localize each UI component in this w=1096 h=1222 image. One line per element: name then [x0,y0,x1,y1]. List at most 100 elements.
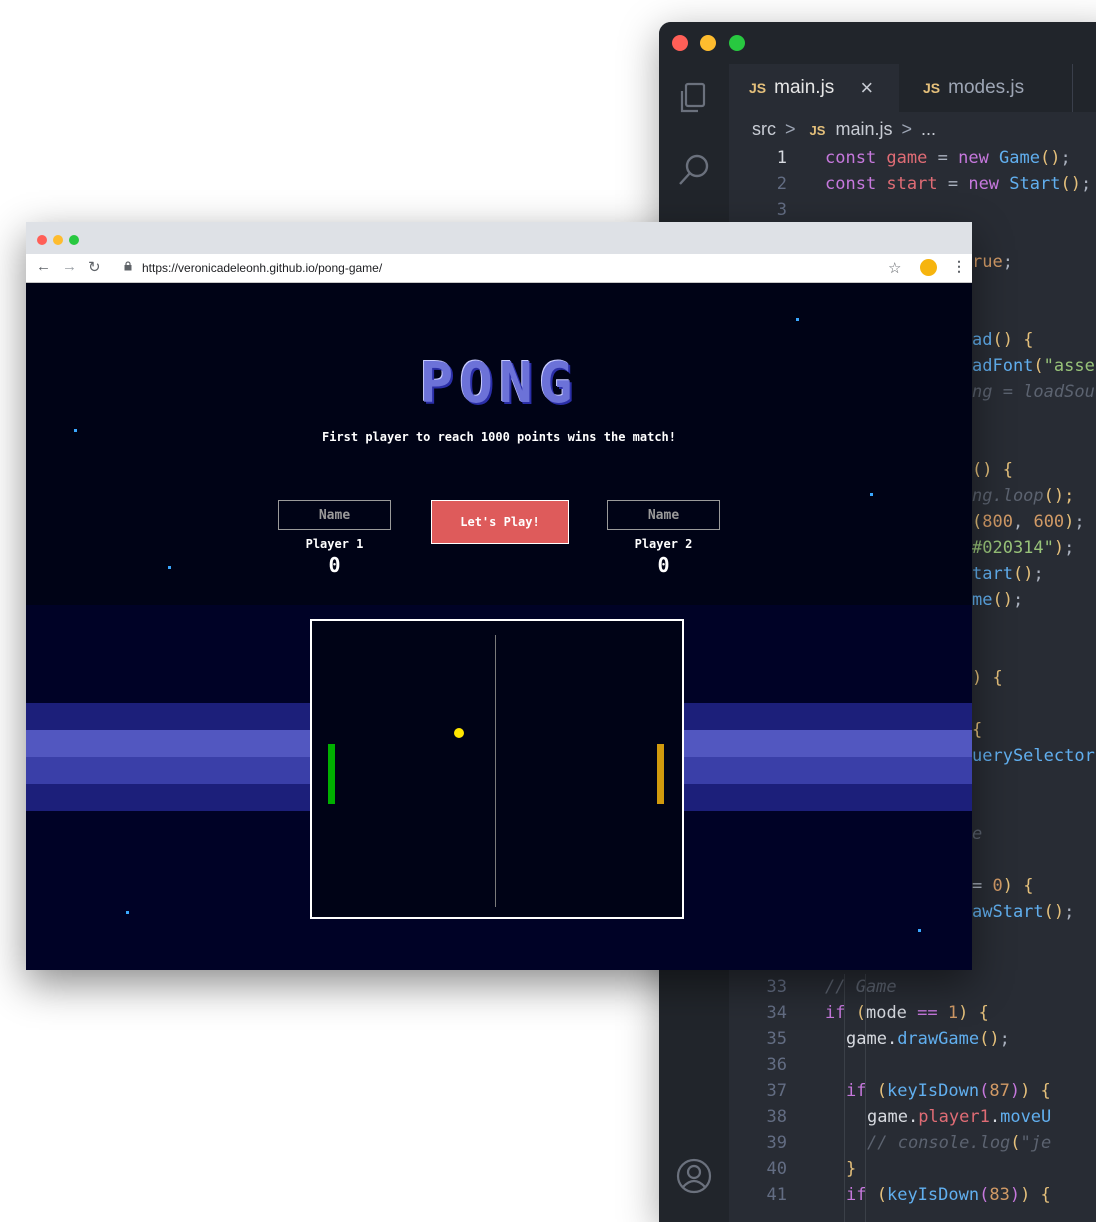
tab-modes-js[interactable]: JS modes.js [899,64,1073,112]
star [126,911,129,914]
code-line[interactable]: 1 const game = new Game(); [729,145,1071,171]
code-token: ) [1009,1185,1021,1205]
tab-main-js[interactable]: JS main.js × [729,64,899,112]
code-fragment: ng.loop(); [972,483,1074,509]
code-fragment: ng = loadSou [972,379,1095,405]
forward-arrow-icon[interactable]: → [62,258,77,275]
browser-titlebar [26,222,972,254]
code-token: ) { [1002,876,1034,896]
code-token: ( [876,1081,887,1101]
code-token: me [972,590,993,610]
breadcrumb-separator: > [785,119,796,139]
code-line[interactable]: 2 const start = new Start(); [729,171,1091,197]
minimize-window-button[interactable] [53,235,63,245]
address-bar[interactable]: https://veronicadeleonh.github.io/pong-g… [142,261,382,275]
code-token: ) [1053,538,1065,558]
back-arrow-icon[interactable]: ← [36,258,51,275]
code-token: e [972,824,983,844]
code-fragment: tart(); [972,561,1044,587]
code-line[interactable]: 38 game.player1.moveU [729,1104,1052,1130]
player2-name-input[interactable] [607,500,720,530]
code-line[interactable]: 39 // console.log("je [729,1130,1052,1156]
code-token: ; [1060,148,1071,168]
breadcrumb-folder[interactable]: src [752,119,776,139]
reload-icon[interactable]: ↻ [88,258,101,276]
code-token: game. [867,1107,919,1127]
code-token: ; [1080,174,1092,194]
code-line[interactable]: 36 [729,1052,787,1078]
code-token: ; [1012,590,1024,610]
code-token: const [825,148,887,168]
page-subtitle: First player to reach 1000 points wins t… [321,430,676,444]
code-fragment: (800, 600); [972,509,1085,535]
code-fragment: rue; [972,249,1013,275]
bookmark-star-icon[interactable]: ☆ [888,259,901,277]
zoom-window-button[interactable] [729,35,745,51]
code-fragment: = 0) { [972,873,1033,899]
lets-play-button[interactable]: Let's Play! [431,500,569,544]
code-token: tart [972,564,1013,584]
browser-toolbar: ← → ↻ https://veronicadeleonh.github.io/… [26,254,972,283]
code-text: const start = new Start(); [825,171,1091,197]
code-token: keyIsDown [886,1081,980,1101]
code-line[interactable]: 37 if (keyIsDown(87)) { [729,1078,1051,1104]
left-paddle [328,744,335,804]
ball [454,728,464,738]
code-token: ( [979,1185,990,1205]
code-line[interactable]: 40} [729,1156,857,1182]
code-line[interactable]: 35 game.drawGame(); [729,1026,1010,1052]
line-number: 39 [766,1133,787,1153]
line-number: 33 [766,977,787,997]
code-token: 600 [1033,512,1065,532]
code-line[interactable]: 33 // Game [729,974,897,1000]
code-text: } [846,1156,856,1182]
code-token: () [1043,902,1065,922]
close-window-button[interactable] [37,235,47,245]
code-text: game.player1.moveU [867,1104,1051,1130]
code-token: ( [1010,1133,1021,1153]
code-token: #020314" [972,538,1054,558]
search-icon[interactable] [676,152,712,188]
code-token: ; [1033,564,1044,584]
player1-name-input[interactable] [278,500,391,530]
breadcrumb-file[interactable]: main.js [835,119,892,139]
code-line[interactable]: 41 if (keyIsDown(83)) { [729,1182,1051,1208]
code-token: new [968,174,1010,194]
profile-avatar[interactable] [920,259,937,276]
close-tab-icon[interactable]: × [860,75,873,101]
explorer-icon[interactable] [676,80,712,116]
account-icon[interactable] [676,1158,712,1194]
close-window-button[interactable] [672,35,688,51]
code-fragment: e [972,821,982,847]
code-token: // Game [825,977,897,997]
minimize-window-button[interactable] [700,35,716,51]
code-fragment: ad() { [972,327,1033,353]
star [168,566,171,569]
center-net [495,635,496,907]
code-token: ) [1009,1081,1021,1101]
editor-tabs: JS main.js × JS modes.js [729,64,1096,112]
code-token: uerySelector [972,746,1095,766]
zoom-window-button[interactable] [69,235,79,245]
code-text: const game = new Game(); [825,145,1071,171]
code-token: () [979,1029,1000,1049]
code-token: () [1040,148,1061,168]
breadcrumb-symbols[interactable]: ... [921,119,936,139]
code-token: = [937,174,969,194]
more-menu-icon[interactable]: ⋮ [952,258,966,275]
code-token: ng = loadSou [972,382,1095,402]
browser-window: ← → ↻ https://veronicadeleonh.github.io/… [26,222,972,970]
code-token: ) [1064,512,1075,532]
code-token: const [825,174,887,194]
code-text: if (mode == 1) { [825,1000,989,1026]
js-file-icon: JS [923,80,941,96]
player2-label: Player 2 [634,537,693,551]
code-line[interactable]: 34 if (mode == 1) { [729,1000,989,1026]
code-token: } [846,1159,857,1179]
game-court[interactable] [310,619,684,919]
tab-label: modes.js [948,77,1025,98]
code-text: game.drawGame(); [846,1026,1010,1052]
line-number: 40 [766,1159,787,1179]
code-line[interactable]: 3 [729,197,787,223]
code-token: 83 [989,1185,1010,1205]
